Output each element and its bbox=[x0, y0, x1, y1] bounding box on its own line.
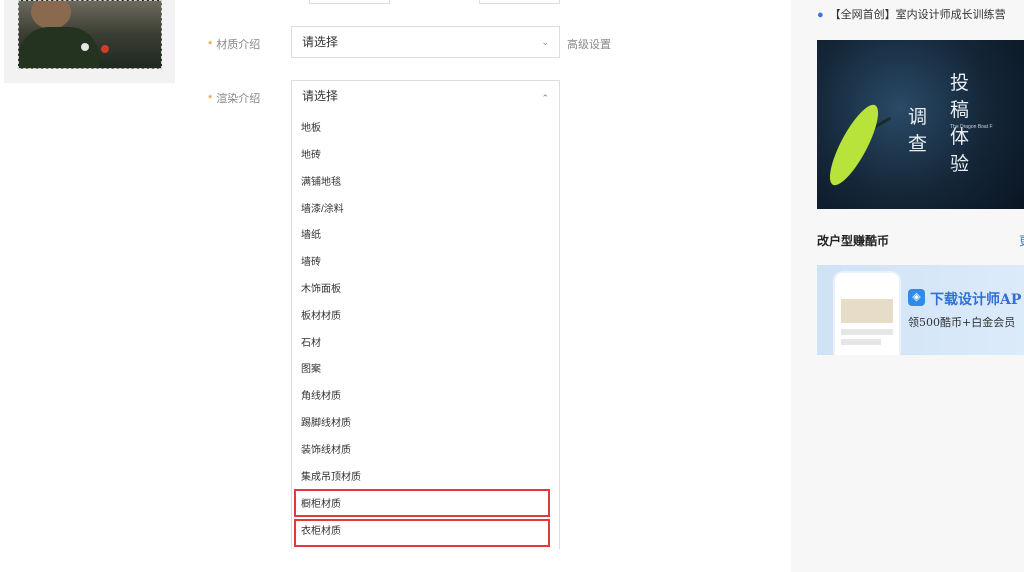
dropdown-option[interactable]: 踢脚线材质 bbox=[301, 417, 351, 431]
dropdown-option[interactable]: 墙纸 bbox=[301, 229, 321, 243]
avatar-face bbox=[31, 1, 71, 29]
highlight-box-wardrobe bbox=[294, 519, 550, 547]
dropdown-option[interactable]: 木饰面板 bbox=[301, 283, 341, 297]
render-label: * 渲染介绍 bbox=[208, 90, 260, 106]
required-star: * bbox=[208, 93, 213, 105]
chevron-down-icon: ⌄ bbox=[541, 37, 549, 47]
material-label-text: 材质介绍 bbox=[216, 39, 261, 51]
dropdown-option[interactable]: 装饰线材质 bbox=[301, 444, 351, 458]
kayak-shape bbox=[821, 99, 887, 191]
news-item[interactable]: ● 【全网首创】室内设计师成长训练营 bbox=[817, 6, 1006, 22]
render-dropdown: 地板 地砖 满铺地毯 墙漆/涂料 墙纸 墙砖 木饰面板 板材材质 石材 图案 角… bbox=[291, 111, 560, 549]
input-stub[interactable] bbox=[479, 0, 560, 4]
banner-subtitle: 领500酷币+白金会员 bbox=[908, 316, 1016, 329]
advanced-settings-link[interactable]: 高级设置 bbox=[567, 36, 611, 52]
avatar-pin bbox=[101, 45, 109, 53]
dropdown-option[interactable]: 图案 bbox=[301, 363, 321, 377]
phone-screen-image bbox=[841, 299, 893, 323]
required-star: * bbox=[208, 39, 213, 51]
input-stub[interactable] bbox=[309, 0, 390, 4]
banner-title: 下载设计师AP bbox=[930, 292, 1022, 308]
material-select-value: 请选择 bbox=[302, 35, 339, 49]
banner-text: 稿 bbox=[950, 99, 970, 121]
download-app-banner[interactable]: ◈ 下载设计师AP 领500酷币+白金会员 bbox=[817, 265, 1024, 355]
phone-screen-line bbox=[841, 329, 893, 335]
section-title: 改户型赚酷币 bbox=[817, 234, 890, 248]
news-item-text: 【全网首创】室内设计师成长训练营 bbox=[829, 9, 1006, 21]
avatar[interactable] bbox=[18, 0, 162, 69]
bullet-icon: ● bbox=[817, 9, 824, 21]
phone-screen-line bbox=[841, 339, 881, 345]
banner-text: 查 bbox=[908, 133, 928, 155]
banner-text: 验 bbox=[950, 153, 970, 175]
dropdown-option[interactable]: 满铺地毯 bbox=[301, 176, 341, 190]
render-label-text: 渲染介绍 bbox=[216, 93, 261, 105]
banner-caption: The Dragon Boat F bbox=[950, 124, 993, 130]
chevron-up-icon: ⌃ bbox=[541, 93, 549, 103]
banner-text: 调 bbox=[908, 106, 928, 128]
survey-banner[interactable]: 调 查 投 稿 体 验 The Dragon Boat F bbox=[817, 40, 1024, 209]
shield-icon: ◈ bbox=[908, 289, 925, 306]
render-select-value: 请选择 bbox=[302, 89, 339, 103]
dropdown-option[interactable]: 板材材质 bbox=[301, 310, 341, 324]
banner-text: 投 bbox=[950, 72, 970, 94]
dropdown-option[interactable]: 地板 bbox=[301, 122, 321, 136]
dropdown-option[interactable]: 石材 bbox=[301, 337, 321, 351]
material-label: * 材质介绍 bbox=[208, 36, 260, 52]
dropdown-option[interactable]: 集成吊顶材质 bbox=[301, 471, 361, 485]
avatar-panel bbox=[4, 0, 175, 83]
dropdown-option[interactable]: 墙砖 bbox=[301, 256, 321, 270]
phone-mockup bbox=[835, 273, 899, 355]
render-select[interactable]: 请选择 ⌃ bbox=[291, 80, 560, 112]
highlight-box-cabinet bbox=[294, 489, 550, 517]
dropdown-option[interactable]: 角线材质 bbox=[301, 390, 341, 404]
dropdown-option[interactable]: 墙漆/涂料 bbox=[301, 203, 344, 217]
dropdown-option[interactable]: 地砖 bbox=[301, 149, 321, 163]
avatar-pin bbox=[81, 43, 89, 51]
section-more-link[interactable]: 更 bbox=[1019, 232, 1024, 249]
material-select[interactable]: 请选择 ⌄ bbox=[291, 26, 560, 58]
